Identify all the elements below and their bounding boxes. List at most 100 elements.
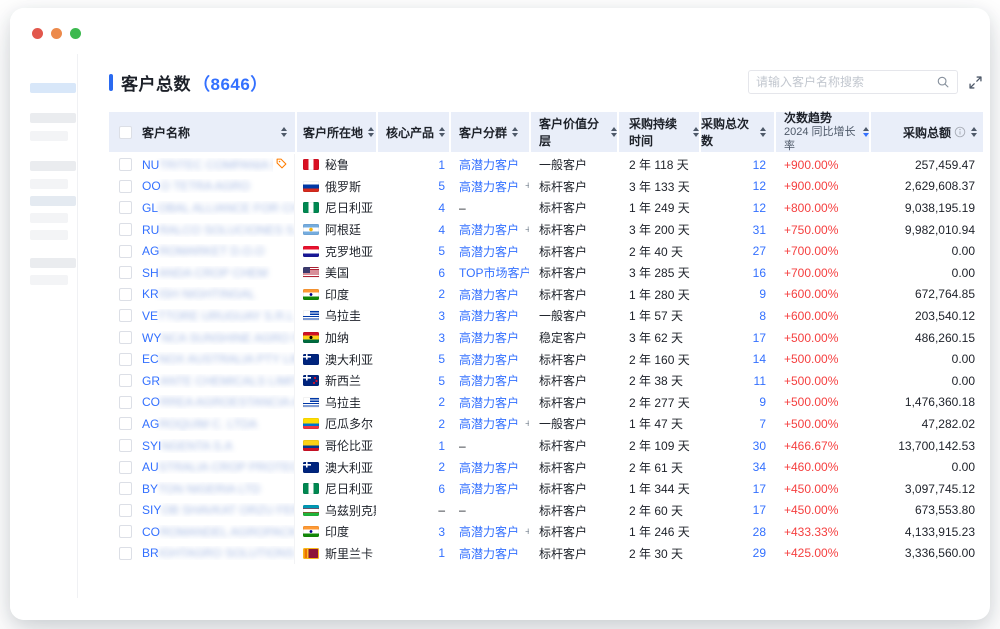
column-header-segment[interactable]: 客户分群 (451, 112, 529, 152)
row-checkbox[interactable] (119, 331, 132, 344)
customer-name-link[interactable]: AGROMARKET D.O.O (142, 244, 294, 258)
sort-caret-icon[interactable] (693, 127, 699, 137)
row-checkbox[interactable] (119, 223, 132, 236)
segment-value[interactable]: 高潜力客户 (459, 394, 519, 411)
customer-name-link[interactable]: ECNOX AUSTRALIA PTY LIMITED (142, 352, 294, 366)
row-checkbox[interactable] (119, 417, 132, 430)
tag-icon[interactable] (275, 157, 288, 173)
column-header-location[interactable]: 客户所在地 (297, 112, 376, 152)
row-checkbox[interactable] (119, 309, 132, 322)
customer-name-link[interactable]: BYTON NIGERIA LTD (142, 482, 294, 496)
cell-duration: 1 年 249 天 (619, 197, 699, 219)
row-checkbox[interactable] (119, 525, 132, 538)
row-checkbox[interactable] (119, 461, 132, 474)
info-icon[interactable] (954, 126, 966, 138)
column-header-name[interactable]: 客户名称 (109, 112, 295, 152)
segment-value[interactable]: 高潜力客户 (459, 329, 519, 346)
customer-name-link[interactable]: GLOBAL ALLIANCE FOR CHEMICA... (142, 201, 294, 215)
expand-icon[interactable] (968, 75, 983, 90)
search-input[interactable] (756, 75, 936, 89)
row-checkbox[interactable] (119, 396, 132, 409)
row-checkbox[interactable] (119, 482, 132, 495)
column-header-amount[interactable]: 采购总额 (871, 112, 983, 152)
row-checkbox[interactable] (119, 504, 132, 517)
column-header-count[interactable]: 采购总次数 (701, 112, 774, 152)
cell-segment: 高潜力客户+3 (451, 521, 529, 543)
customer-name-link[interactable]: RURALCO SOLUCIONES S.A (142, 223, 294, 237)
customer-name-link[interactable]: VETTORE URUGUAY S.R.L (142, 309, 294, 323)
row-checkbox[interactable] (119, 245, 132, 258)
row-checkbox[interactable] (119, 201, 132, 214)
customer-name-link[interactable]: SHANDA CROP CHEM (142, 266, 294, 280)
select-all-checkbox[interactable] (119, 126, 132, 139)
column-header-trend[interactable]: 次数趋势2024 同比增长率 (776, 112, 869, 152)
customer-name-link[interactable]: AGROQUIM C. LTDA (142, 417, 294, 431)
customer-name-link[interactable]: GRANTE CHEMICALS LIMITED (142, 374, 294, 388)
cell-trend: +900.00% (776, 154, 869, 176)
close-window-button[interactable] (32, 28, 43, 39)
column-header-duration[interactable]: 采购持续时间 (619, 112, 699, 152)
sidebar-skeleton-item (30, 275, 68, 285)
sort-down-icon (863, 133, 869, 137)
column-label: 客户名称 (142, 124, 190, 141)
customer-name-link[interactable]: KRISH NIGHTINGAL (142, 287, 294, 301)
row-checkbox[interactable] (119, 158, 132, 171)
customer-name-link[interactable]: CORREA AGROESTANCIA AL JARD R... (142, 395, 294, 409)
row-checkbox[interactable] (119, 439, 132, 452)
row-checkbox[interactable] (119, 547, 132, 560)
segment-value[interactable]: 高潜力客户 (459, 178, 519, 195)
segment-value[interactable]: 高潜力客户 (459, 523, 519, 540)
core-products-value: 2 (438, 395, 445, 409)
segment-value[interactable]: 高潜力客户 (459, 156, 519, 173)
search-icon[interactable] (936, 75, 950, 89)
row-checkbox[interactable] (119, 288, 132, 301)
segment-value[interactable]: 高潜力客户 (459, 243, 519, 260)
cell-purchase-count: 34 (701, 456, 774, 478)
zoom-window-button[interactable] (70, 28, 81, 39)
name-masked: O TETRA AGRO (161, 179, 250, 193)
customer-name-link[interactable]: SIYOB SHAVKAT ORZU FERMER X... (142, 503, 294, 517)
name-masked: ROMARKET D.O.O (159, 244, 264, 258)
segment-value[interactable]: 高潜力客户 (459, 545, 519, 562)
cell-core-products: 1 (378, 435, 449, 457)
customer-name-link[interactable]: COROMANDEL AGROPACK PRIVATE ... (142, 525, 294, 539)
customer-name-link[interactable]: SYINGENTA S.A (142, 439, 294, 453)
sort-caret-icon[interactable] (368, 127, 374, 137)
sort-caret-icon[interactable] (971, 127, 977, 137)
customer-name-link[interactable]: NUTRITEC COMPANIA S.A.C (142, 158, 273, 172)
column-header-tier[interactable]: 客户价值分层 (531, 112, 617, 152)
row-checkbox[interactable] (119, 374, 132, 387)
minimize-window-button[interactable] (51, 28, 62, 39)
customer-name-link[interactable]: AUSTRALIA CROP PROTECTION P... (142, 460, 294, 474)
segment-value[interactable]: 高潜力客户 (459, 221, 519, 238)
row-checkbox[interactable] (119, 353, 132, 366)
segment-value[interactable]: 高潜力客户 (459, 307, 519, 324)
sort-caret-icon[interactable] (439, 127, 445, 137)
row-checkbox[interactable] (119, 266, 132, 279)
sort-caret-icon[interactable] (863, 127, 869, 137)
cell-core-products: 6 (378, 262, 449, 284)
segment-value[interactable]: 高潜力客户 (459, 286, 519, 303)
customer-name-link[interactable]: BRIGHTAGRO SOLUTIONS PVT LTD (142, 546, 294, 560)
tier-value: 标杆客户 (539, 264, 587, 281)
row-checkbox[interactable] (119, 180, 132, 193)
segment-value[interactable]: 高潜力客户 (459, 372, 519, 389)
cell-purchase-count: 17 (701, 327, 774, 349)
segment-value[interactable]: TOP市场客户 (459, 264, 529, 281)
segment-value[interactable]: 高潜力客户 (459, 459, 519, 476)
segment-value[interactable]: 高潜力客户 (459, 480, 519, 497)
sort-caret-icon[interactable] (611, 127, 617, 137)
name-masked: ROMANDEL AGROPACK PRIVAT (160, 525, 294, 539)
segment-value[interactable]: 高潜力客户 (459, 351, 519, 368)
cell-location: 澳大利亚 (297, 348, 376, 370)
sort-caret-icon[interactable] (281, 127, 287, 137)
customer-name-link[interactable]: WYNCA SUNSHINE AGRO PRODU... (142, 331, 294, 345)
core-products-value: 6 (438, 482, 445, 496)
column-header-core[interactable]: 核心产品 (378, 112, 449, 152)
cell-core-products: 4 (378, 197, 449, 219)
sort-caret-icon[interactable] (512, 127, 518, 137)
country-name: 克罗地亚 (325, 243, 373, 260)
segment-value[interactable]: 高潜力客户 (459, 415, 519, 432)
customer-name-link[interactable]: OOO TETRA AGRO (142, 179, 294, 193)
sort-caret-icon[interactable] (760, 127, 766, 137)
